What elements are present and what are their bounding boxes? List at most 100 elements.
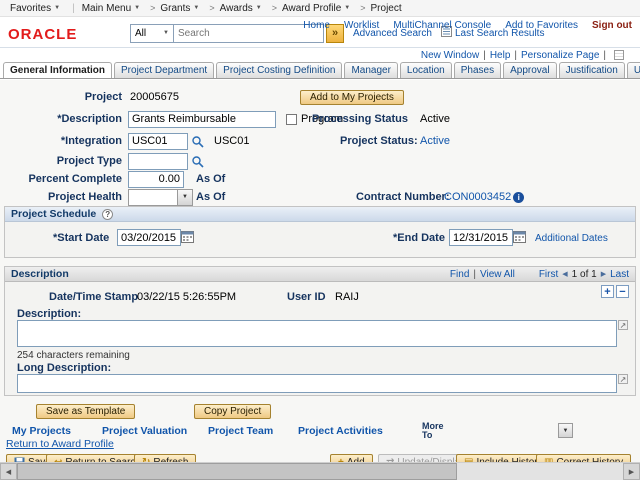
more-options-dropdown[interactable]: ▼ — [558, 423, 573, 438]
worklist-link[interactable]: Worklist — [344, 20, 379, 31]
integration-row: *Integration USC01 Project Status: Activ… — [0, 132, 640, 150]
tab-user-fields[interactable]: User Fields — [627, 62, 640, 78]
grid-controls: Find | View All First ◀ 1 of 1 ▶ Last — [450, 269, 629, 280]
breadcrumb-separator: > — [150, 3, 155, 13]
expand-field-icon[interactable]: ↗ — [618, 374, 628, 384]
tab-general-information[interactable]: General Information — [3, 62, 112, 78]
breadcrumb-main-menu[interactable]: Main Menu ▼ — [82, 3, 140, 14]
processing-status-label: Processing Status — [312, 113, 408, 125]
last-link[interactable]: Last — [610, 269, 629, 280]
description-section-title: Description — [11, 268, 69, 280]
lookup-icon[interactable] — [191, 135, 204, 148]
return-to-award-profile-link[interactable]: Return to Award Profile — [6, 438, 114, 450]
user-id-value: RAIJ — [335, 291, 359, 303]
as-of-label: As Of — [196, 173, 225, 185]
project-schedule-section: Project Schedule ? *Start Date *End Date… — [4, 206, 636, 258]
related-actions-icon[interactable]: i — [513, 192, 524, 203]
long-description-label: Long Description: — [17, 362, 111, 374]
additional-dates-link[interactable]: Additional Dates — [535, 233, 608, 244]
project-status-label: Project Status: — [340, 135, 418, 147]
header: ORACLE All ▼ » Advanced Search Last Sear… — [0, 17, 640, 48]
delete-row-icon[interactable]: − — [616, 285, 629, 298]
end-date-label: *End Date — [393, 232, 445, 244]
project-valuation-link[interactable]: Project Valuation — [102, 425, 187, 437]
view-all-link[interactable]: View All — [480, 269, 515, 280]
program-checkbox[interactable] — [286, 114, 297, 125]
scroll-right-icon[interactable]: ▶ — [623, 463, 640, 480]
description-input[interactable] — [128, 111, 276, 128]
project-team-link[interactable]: Project Team — [208, 425, 273, 437]
pagebar-separator: | — [603, 50, 606, 61]
personalize-page-link[interactable]: Personalize Page — [521, 50, 599, 61]
new-window-link[interactable]: New Window — [421, 50, 479, 61]
search-scope-select[interactable]: All ▼ — [130, 24, 174, 43]
tab-project-department[interactable]: Project Department — [114, 62, 214, 78]
horizontal-scrollbar: ◀ ▶ — [0, 462, 640, 480]
chevron-down-icon: ▼ — [163, 30, 169, 36]
next-row-icon[interactable]: ▶ — [601, 270, 606, 278]
grid-separator: | — [473, 269, 476, 280]
tab-justification[interactable]: Justification — [559, 62, 625, 78]
scrollbar-thumb[interactable] — [17, 463, 457, 480]
contract-number-link[interactable]: CON0003452i — [444, 191, 524, 203]
end-date-input[interactable] — [449, 229, 513, 246]
scrollbar-track[interactable] — [457, 463, 623, 480]
row-counter: 1 of 1 — [572, 269, 597, 280]
sign-out-link[interactable]: Sign out — [592, 20, 632, 31]
first-link[interactable]: First — [539, 269, 558, 280]
tab-bar: General Information Project Department P… — [0, 62, 640, 79]
project-type-input[interactable] — [128, 153, 188, 170]
chevron-down-icon: ▼ — [177, 190, 192, 205]
tab-approval[interactable]: Approval — [503, 62, 556, 78]
description-label: *Description — [0, 113, 122, 125]
breadcrumb-favorites-label: Favorites — [10, 3, 51, 14]
integration-input[interactable] — [128, 133, 188, 150]
page-content: Project 20005675 Add to My Projects *Des… — [0, 80, 640, 462]
tab-location[interactable]: Location — [400, 62, 452, 78]
integration-label: *Integration — [0, 135, 122, 147]
project-value: 20005675 — [130, 91, 179, 103]
project-health-label: Project Health — [0, 191, 122, 203]
breadcrumb-item-label: Award Profile — [282, 3, 341, 14]
add-to-favorites-link[interactable]: Add to Favorites — [505, 20, 578, 31]
description-textarea[interactable] — [17, 320, 617, 347]
home-link[interactable]: Home — [303, 20, 330, 31]
my-projects-link[interactable]: My Projects — [12, 425, 71, 437]
help-link[interactable]: Help — [490, 50, 511, 61]
project-schedule-title: Project Schedule — [11, 208, 96, 220]
calendar-icon[interactable] — [513, 230, 526, 246]
add-to-my-projects-button[interactable]: Add to My Projects — [300, 90, 404, 105]
tab-manager[interactable]: Manager — [344, 62, 397, 78]
chars-remaining-text: 254 characters remaining — [17, 350, 130, 361]
tab-project-costing-definition[interactable]: Project Costing Definition — [216, 62, 342, 78]
scroll-left-icon[interactable]: ◀ — [0, 463, 17, 480]
save-as-template-button[interactable]: Save as Template — [36, 404, 135, 419]
breadcrumb: Favorites ▼ | Main Menu ▼ > Grants ▼ > A… — [0, 0, 640, 17]
breadcrumb-main-menu-label: Main Menu — [82, 3, 131, 14]
add-row-icon[interactable]: + — [601, 285, 614, 298]
project-status-value[interactable]: Active — [420, 135, 450, 147]
project-activities-link[interactable]: Project Activities — [298, 425, 383, 437]
action-buttons-row: Save as Template Copy Project — [0, 402, 640, 420]
find-link[interactable]: Find — [450, 269, 469, 280]
breadcrumb-item-label: Awards — [220, 3, 253, 14]
more-to-label: To — [422, 430, 432, 440]
multichannel-console-link[interactable]: MultiChannel Console — [393, 20, 491, 31]
help-icon[interactable]: ? — [102, 209, 113, 220]
breadcrumb-item-award-profile[interactable]: Award Profile ▼ — [282, 3, 350, 14]
expand-field-icon[interactable]: ↗ — [618, 320, 628, 330]
breadcrumb-item-awards[interactable]: Awards ▼ — [220, 3, 262, 14]
previous-row-icon[interactable]: ◀ — [562, 270, 567, 278]
copy-project-button[interactable]: Copy Project — [194, 404, 271, 419]
tab-phases[interactable]: Phases — [454, 62, 501, 78]
project-schedule-body: *Start Date *End Date Additional Dates — [5, 222, 635, 257]
project-health-select[interactable]: ▼ — [128, 189, 193, 206]
start-date-input[interactable] — [117, 229, 181, 246]
breadcrumb-item-grants[interactable]: Grants ▼ — [160, 3, 199, 14]
percent-complete-input[interactable] — [128, 171, 184, 188]
copy-url-icon[interactable] — [614, 50, 624, 60]
calendar-icon[interactable] — [181, 230, 194, 246]
long-description-textarea[interactable] — [17, 374, 617, 393]
lookup-icon[interactable] — [191, 155, 204, 168]
breadcrumb-favorites[interactable]: Favorites ▼ — [10, 3, 60, 14]
